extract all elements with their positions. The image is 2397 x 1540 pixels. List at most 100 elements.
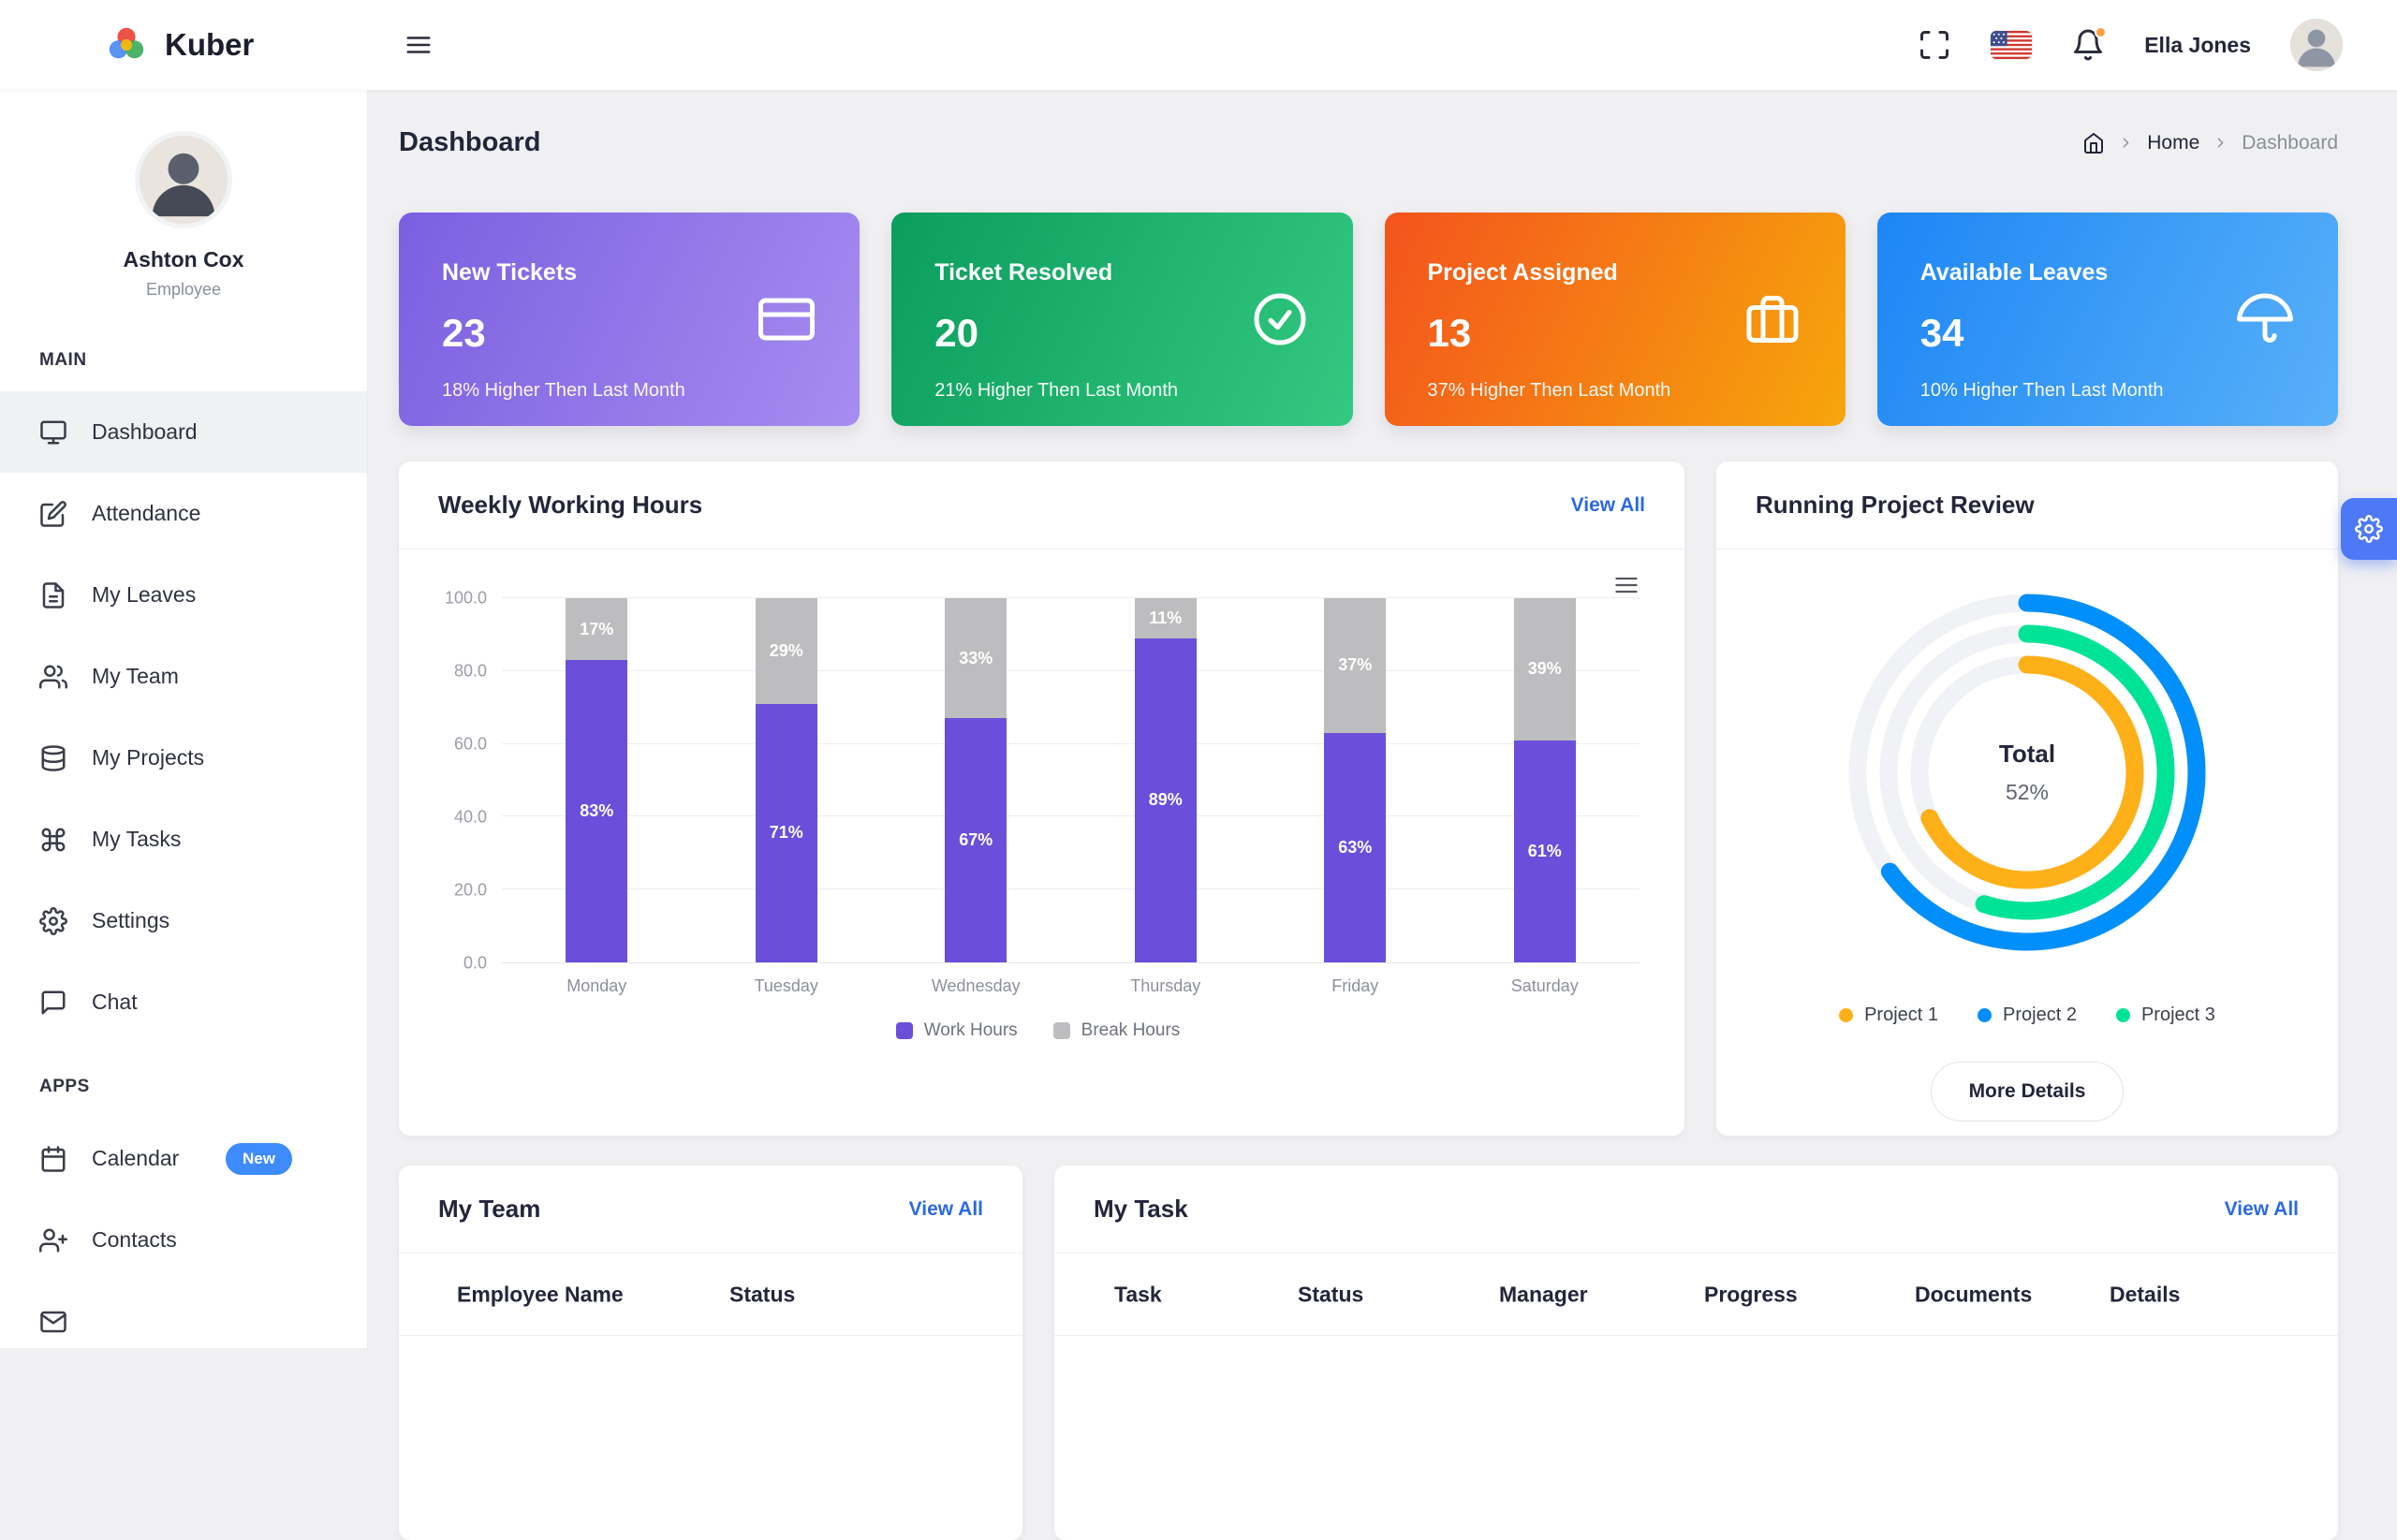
stat-card-new-tickets: New Tickets2318% Higher Then Last Month xyxy=(399,213,860,426)
profile-name: Ashton Cox xyxy=(123,247,243,272)
legend-label: Work Hours xyxy=(924,1020,1018,1041)
sidebar-item-calendar[interactable]: CalendarNew xyxy=(0,1118,367,1199)
chevron-right-icon xyxy=(2118,135,2134,151)
x-tick-label: Friday xyxy=(1260,976,1450,996)
sidebar-item-label: Contacts xyxy=(92,1227,177,1253)
profile-avatar[interactable] xyxy=(135,131,232,228)
notifications-button[interactable] xyxy=(2071,28,2105,62)
sidebar-item-label: My Projects xyxy=(92,745,204,770)
sidebar-item-chat[interactable]: Chat xyxy=(0,961,367,1043)
sidebar: Ashton Cox Employee MAINDashboardAttenda… xyxy=(0,90,367,1348)
work-hours-segment: 61% xyxy=(1514,741,1576,962)
legend-item-project-2[interactable]: Project 2 xyxy=(1978,1005,2077,1026)
more-details-button[interactable]: More Details xyxy=(1931,1062,2125,1122)
chart-menu-icon[interactable] xyxy=(1613,572,1640,598)
break-hours-segment: 33% xyxy=(945,598,1007,718)
running-project-review-card: Running Project Review Total 52% Project… xyxy=(1716,462,2338,1136)
y-tick-label: 60.0 xyxy=(454,735,487,755)
breadcrumb-item[interactable]: Home xyxy=(2147,132,2199,154)
team-table-header: Employee Name Status xyxy=(399,1254,1022,1336)
check-circle-icon xyxy=(1252,291,1308,347)
project-legend: Project 1 Project 2 Project 3 xyxy=(1839,1005,2215,1026)
radial-chart-center: Total 52% xyxy=(1821,566,2233,978)
stat-card-available-leaves: Available Leaves3410% Higher Then Last M… xyxy=(1877,213,2338,426)
view-all-link[interactable]: View All xyxy=(1571,494,1645,517)
y-tick-label: 0.0 xyxy=(463,954,487,974)
nav-section-label: MAIN xyxy=(0,316,367,391)
stacked-bar[interactable]: 39%61% xyxy=(1514,598,1576,962)
sidebar-item-label: My Tasks xyxy=(92,827,181,852)
view-all-link[interactable]: View All xyxy=(2225,1198,2299,1221)
tasks-icon xyxy=(39,826,67,854)
y-tick-label: 100.0 xyxy=(445,589,487,609)
radial-chart: Total 52% Project 1 Project 2 Project 3 Mo… xyxy=(1716,550,2338,1122)
breadcrumb-item[interactable]: Dashboard xyxy=(2242,132,2338,154)
sidebar-item-mail-icon[interactable] xyxy=(0,1281,367,1348)
sidebar-item-my-team[interactable]: My Team xyxy=(0,636,367,717)
stacked-bar[interactable]: 33%67% xyxy=(945,598,1007,962)
tables-row: My Team View All Employee NameStatus My … xyxy=(399,1166,2338,1540)
stacked-bar[interactable]: 11%89% xyxy=(1135,598,1197,962)
main-content: Dashboard HomeDashboard New Tickets2318%… xyxy=(367,0,2397,1540)
legend-item-break-hours[interactable]: Break Hours xyxy=(1053,1020,1181,1041)
legend-label: Project 2 xyxy=(2003,1005,2077,1026)
x-tick-label: Monday xyxy=(502,976,692,996)
bar-column-monday: 17%83% xyxy=(502,598,692,962)
chart-legend: Work Hours Break Hours xyxy=(436,1020,1640,1041)
view-all-link[interactable]: View All xyxy=(909,1198,983,1221)
column-header-documents: Documents xyxy=(1915,1282,2032,1307)
work-hours-segment: 67% xyxy=(945,718,1007,962)
bar-chart: 0.020.040.060.080.0100.0 17%83%29%71%33%… xyxy=(399,550,1684,1041)
bar-column-wednesday: 33%67% xyxy=(881,598,1071,962)
plot-area: 17%83% 29%71% 33%67% 11%89% 37%63% 39%61% xyxy=(502,598,1640,963)
stat-title: Available Leaves xyxy=(1920,259,2295,286)
sidebar-item-settings[interactable]: Settings xyxy=(0,880,367,961)
x-tick-label: Saturday xyxy=(1450,976,1640,996)
sidebar-item-label: Dashboard xyxy=(92,419,198,445)
us-flag-icon xyxy=(1991,31,2032,59)
total-value: 52% xyxy=(2006,780,2049,805)
break-hours-segment: 29% xyxy=(756,598,817,704)
language-flag-button[interactable] xyxy=(1991,31,2032,59)
home-icon xyxy=(2082,132,2105,154)
work-hours-segment: 83% xyxy=(566,660,627,962)
new-badge: New xyxy=(226,1143,292,1175)
column-header-status: Status xyxy=(729,1282,795,1307)
topbar-user-name: Ella Jones xyxy=(2144,33,2251,58)
sidebar-item-my-leaves[interactable]: My Leaves xyxy=(0,554,367,636)
sidebar-item-my-tasks[interactable]: My Tasks xyxy=(0,799,367,880)
fullscreen-icon xyxy=(1918,28,1951,62)
legend-label: Project 3 xyxy=(2141,1005,2215,1026)
charts-row: Weekly Working Hours View All 0.020.040.… xyxy=(399,462,2338,1136)
stacked-bar[interactable]: 29%71% xyxy=(756,598,817,962)
topbar-avatar[interactable] xyxy=(2290,19,2343,71)
total-label: Total xyxy=(1999,740,2055,769)
y-tick-label: 80.0 xyxy=(454,662,487,682)
stacked-bar[interactable]: 17%83% xyxy=(566,598,627,962)
theme-settings-button[interactable] xyxy=(2341,498,2397,560)
sidebar-item-label: My Leaves xyxy=(92,582,196,608)
team-icon xyxy=(39,663,67,691)
sidebar-item-contacts[interactable]: Contacts xyxy=(0,1199,367,1281)
legend-item-work-hours[interactable]: Work Hours xyxy=(896,1020,1018,1041)
sidebar-item-attendance[interactable]: Attendance xyxy=(0,473,367,554)
column-header-task: Task xyxy=(1114,1282,1162,1307)
break-hours-segment: 11% xyxy=(1135,598,1197,638)
sidebar-item-label: Attendance xyxy=(92,501,200,526)
stacked-bar[interactable]: 37%63% xyxy=(1324,598,1386,962)
sidebar-item-my-projects[interactable]: My Projects xyxy=(0,717,367,799)
sidebar-item-dashboard[interactable]: Dashboard xyxy=(0,391,367,473)
sidebar-toggle-button[interactable] xyxy=(404,31,433,59)
y-tick-label: 20.0 xyxy=(454,881,487,901)
weekly-working-hours-card: Weekly Working Hours View All 0.020.040.… xyxy=(399,462,1684,1136)
legend-item-project-3[interactable]: Project 3 xyxy=(2116,1005,2215,1026)
stat-card-ticket-resolved: Ticket Resolved2021% Higher Then Last Mo… xyxy=(891,213,1352,426)
sidebar-nav: MAIN Dashboard Attendance My Leaves My Team M… xyxy=(0,316,367,1348)
fullscreen-button[interactable] xyxy=(1918,28,1951,62)
task-table-header: TaskStatusManagerProgressDocumentsDetail… xyxy=(1054,1254,2338,1336)
legend-dot xyxy=(2116,1008,2130,1022)
stat-card-project-assigned: Project Assigned1337% Higher Then Last M… xyxy=(1385,213,1846,426)
card-title: Weekly Working Hours xyxy=(438,491,702,520)
column-header-employee-name: Employee Name xyxy=(457,1282,624,1307)
legend-item-project-1[interactable]: Project 1 xyxy=(1839,1005,1938,1026)
